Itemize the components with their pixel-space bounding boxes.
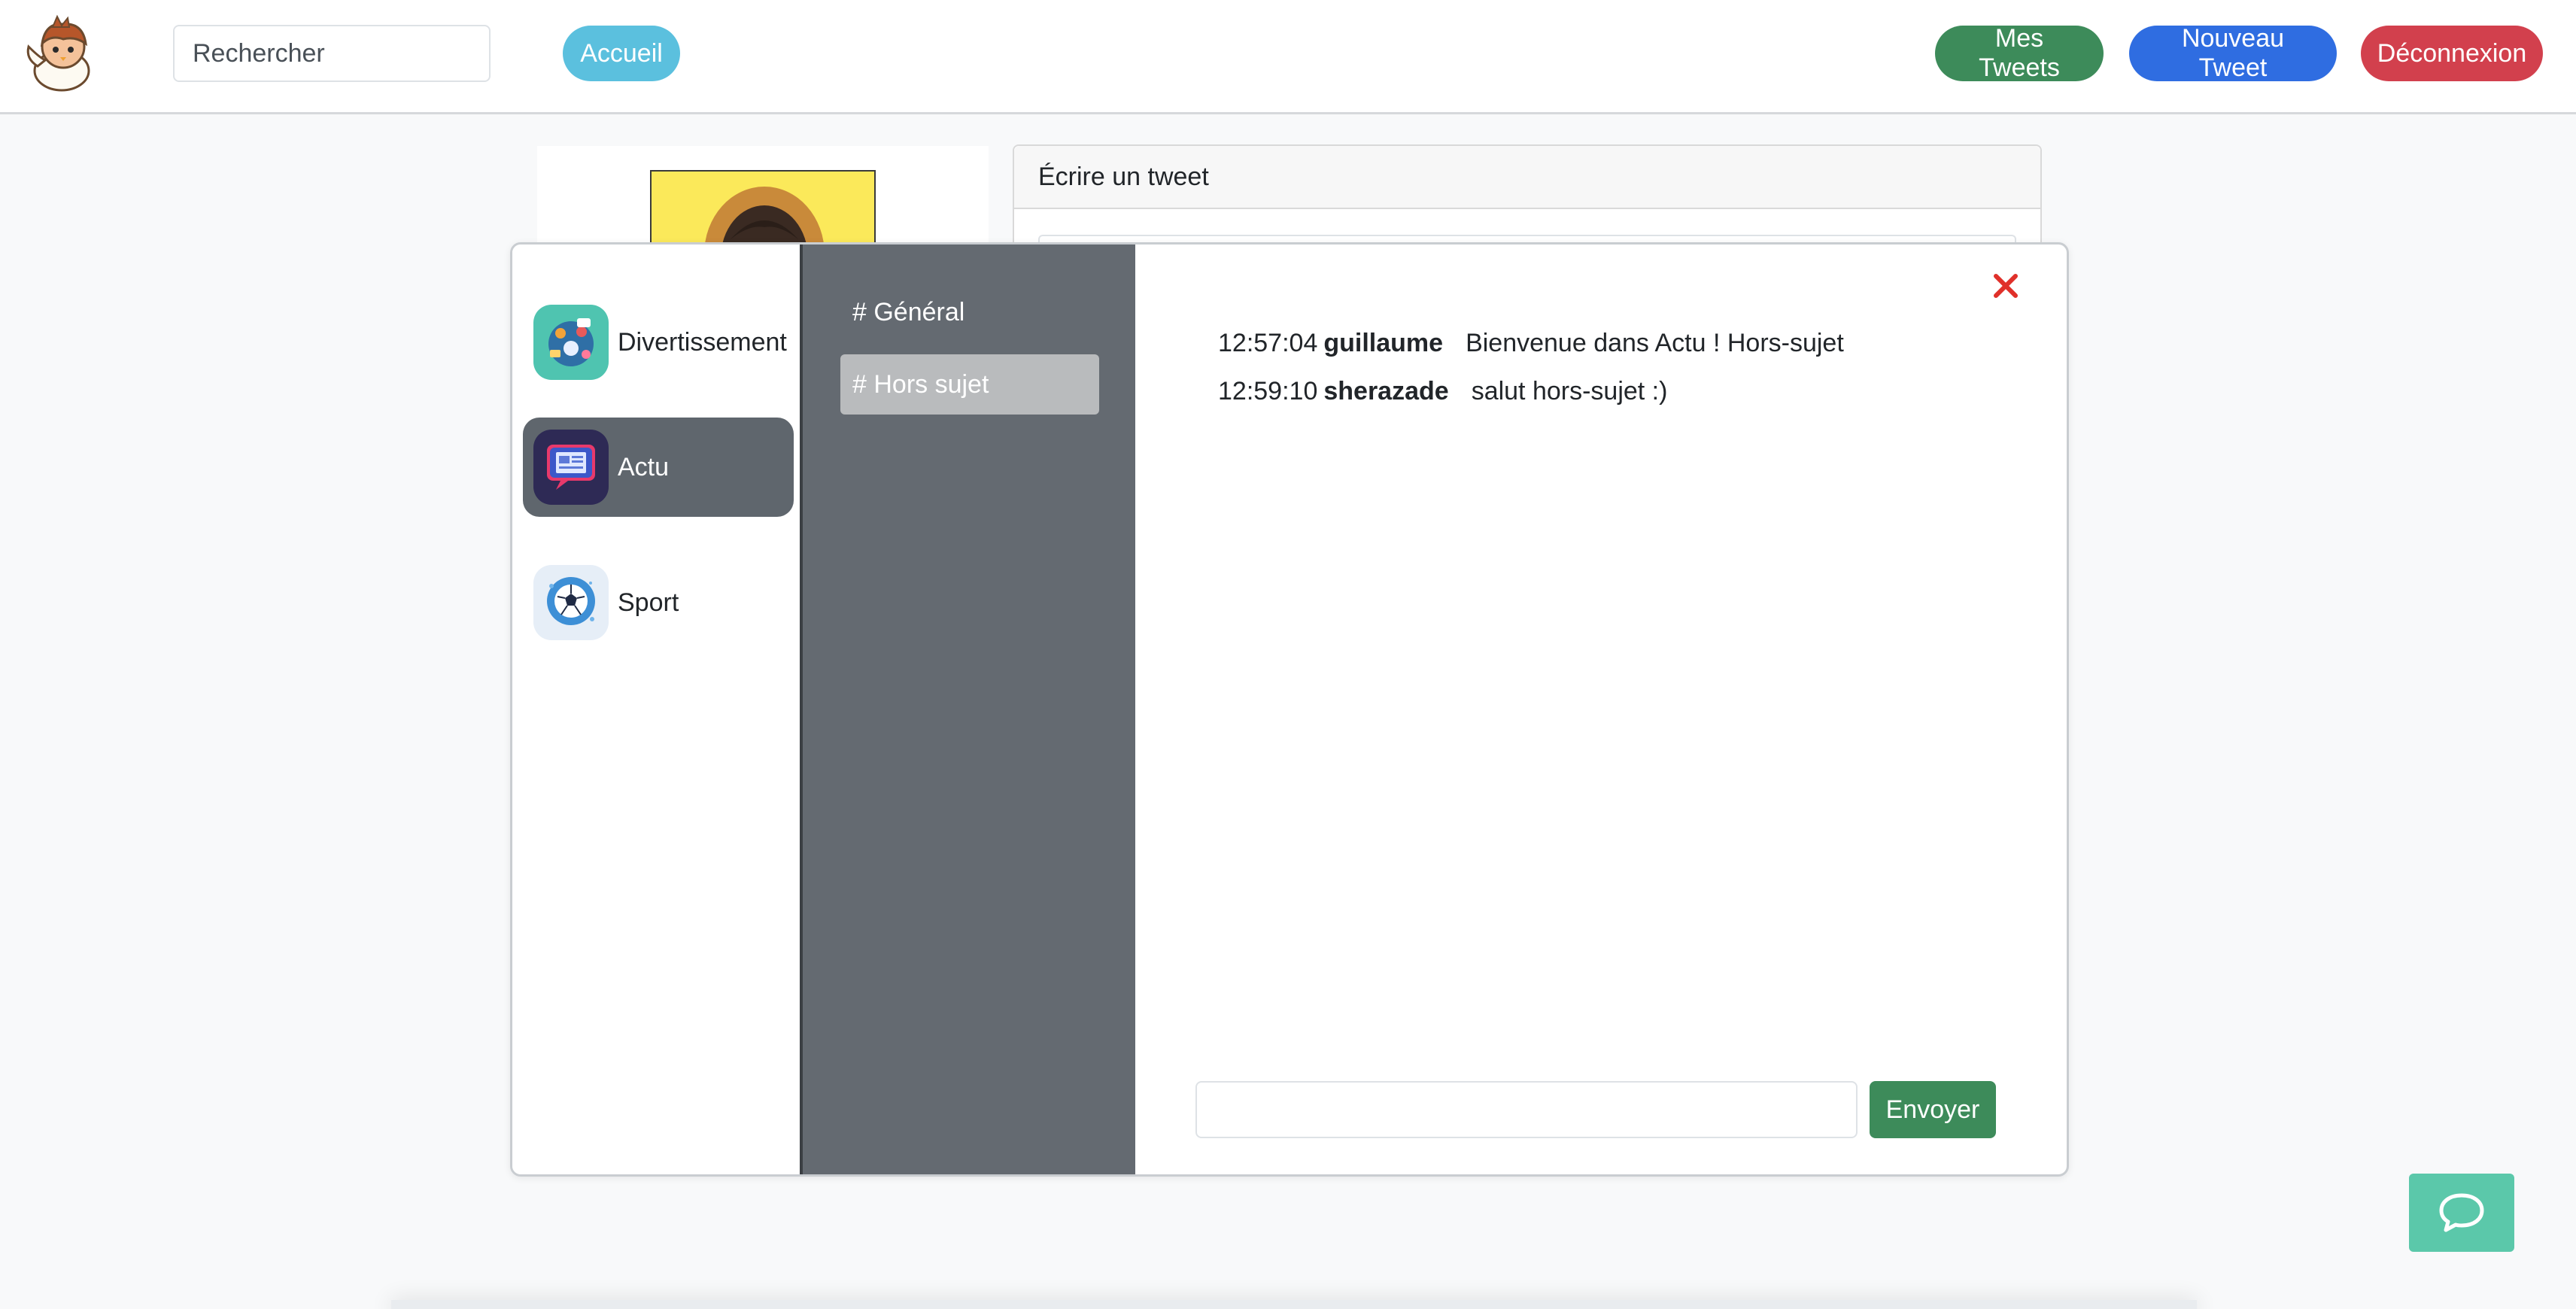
bird-logo-icon[interactable] xyxy=(23,14,101,96)
message-time: 12:57:04 xyxy=(1218,329,1318,357)
message-time: 12:59:10 xyxy=(1218,377,1318,405)
page-footer-edge xyxy=(391,1300,2197,1309)
compose-tweet-card: Écrire un tweet xyxy=(1013,144,2042,265)
compose-tweet-title: Écrire un tweet xyxy=(1014,146,2040,209)
search-input[interactable] xyxy=(173,25,491,82)
send-button[interactable]: Envoyer xyxy=(1870,1081,1996,1138)
message-text: Bienvenue dans Actu ! Hors-sujet xyxy=(1466,329,1844,357)
server-name: Actu xyxy=(618,452,670,481)
home-button[interactable]: Accueil xyxy=(563,26,680,81)
chat-bubble-icon xyxy=(2439,1193,2484,1232)
channel-general[interactable]: # Général xyxy=(840,282,1099,342)
server-name: Divertissement xyxy=(618,327,787,357)
server-list: Divertissement Actu Sport xyxy=(512,244,803,1174)
message-text: salut hors-sujet :) xyxy=(1471,377,1668,405)
entertainment-icon xyxy=(533,305,609,380)
navbar: Accueil Mes Tweets Nouveau Tweet Déconne… xyxy=(0,0,2576,114)
chat-modal: Divertissement Actu Sport # Général # Ho… xyxy=(510,242,2069,1177)
message-author: guillaume xyxy=(1323,329,1444,357)
logout-button[interactable]: Déconnexion xyxy=(2361,26,2543,81)
news-icon xyxy=(533,430,609,505)
close-icon[interactable] xyxy=(1987,267,2025,305)
channel-list: # Général # Hors sujet xyxy=(803,244,1135,1174)
channel-hors-sujet[interactable]: # Hors sujet xyxy=(840,354,1099,415)
server-item-divertissement[interactable]: Divertissement xyxy=(523,293,794,392)
message-input[interactable] xyxy=(1195,1081,1858,1138)
soccer-ball-icon xyxy=(533,565,609,640)
my-tweets-button[interactable]: Mes Tweets xyxy=(1935,24,2104,82)
profile-avatar xyxy=(650,170,876,253)
message-author: sherazade xyxy=(1323,377,1449,405)
server-item-sport[interactable]: Sport xyxy=(523,553,794,652)
server-item-actu[interactable]: Actu xyxy=(523,418,794,517)
chat-message: 12:59:10 sherazade salut hors-sujet :) xyxy=(1218,377,1667,406)
server-name: Sport xyxy=(618,588,679,617)
new-tweet-button[interactable]: Nouveau Tweet xyxy=(2129,24,2337,82)
messages-area: 12:57:04 guillaume Bienvenue dans Actu !… xyxy=(1135,244,2067,1174)
chat-toggle-button[interactable] xyxy=(2409,1174,2514,1252)
chat-message: 12:57:04 guillaume Bienvenue dans Actu !… xyxy=(1218,329,1844,358)
